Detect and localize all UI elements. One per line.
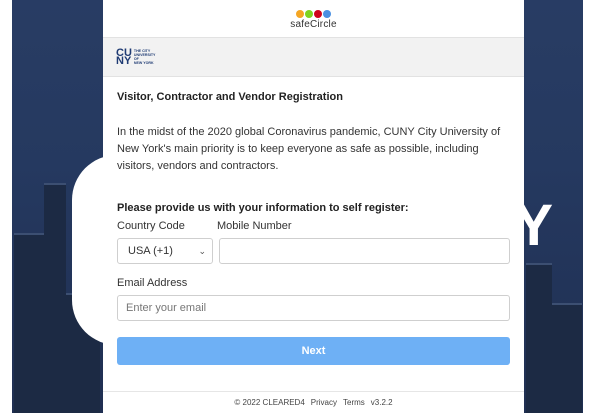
copyright-text: © 2022 CLEARED4 — [234, 398, 305, 407]
privacy-link[interactable]: Privacy — [311, 398, 337, 407]
background-building — [552, 303, 582, 413]
safecircle-wordmark: safeCircle — [290, 19, 337, 30]
country-code-select[interactable]: USA (+1) ⌄ — [117, 238, 213, 264]
cuny-mark: CU NY — [116, 48, 132, 67]
version-text: v3.2.2 — [370, 398, 393, 407]
country-code-value: USA (+1) — [128, 245, 173, 257]
terms-link[interactable]: Terms — [343, 398, 365, 407]
cuny-header: CU NY THE CITY UNIVERSITY OF NEW YORK — [103, 37, 524, 77]
page-title: Visitor, Contractor and Vendor Registrat… — [117, 91, 343, 103]
background-building — [14, 233, 44, 413]
background-building — [44, 183, 66, 413]
email-label: Email Address — [117, 277, 188, 289]
next-button[interactable]: Next — [117, 337, 510, 365]
registration-panel: safeCircle CU NY THE CITY UNIVERSITY OF … — [103, 0, 524, 413]
cuny-mark-bottom: NY — [116, 55, 132, 67]
cuny-small-text: THE CITY UNIVERSITY OF NEW YORK — [134, 49, 156, 66]
form-subheading: Please provide us with your information … — [117, 202, 409, 214]
phone-inputs: USA (+1) ⌄ — [117, 238, 510, 264]
chevron-down-icon: ⌄ — [198, 245, 206, 256]
mobile-number-label: Mobile Number — [217, 220, 292, 232]
background-edge — [583, 0, 595, 413]
email-input[interactable]: Enter your email — [117, 295, 510, 321]
phone-labels: Country Code Mobile Number — [117, 220, 510, 232]
safecircle-logo: safeCircle — [103, 0, 524, 37]
background-edge — [0, 0, 12, 413]
intro-text: In the midst of the 2020 global Coronavi… — [117, 126, 501, 172]
cuny-line: NEW YORK — [133, 61, 154, 66]
form-content: Visitor, Contractor and Vendor Registrat… — [103, 77, 524, 365]
footer: © 2022 CLEARED4 Privacy Terms v3.2.2 — [103, 391, 524, 413]
safecircle-dots-icon — [296, 10, 331, 18]
background-building — [526, 263, 552, 413]
country-code-label: Country Code — [117, 220, 185, 232]
cuny-logo: CU NY THE CITY UNIVERSITY OF NEW YORK — [116, 48, 156, 67]
mobile-number-input[interactable] — [219, 238, 510, 264]
